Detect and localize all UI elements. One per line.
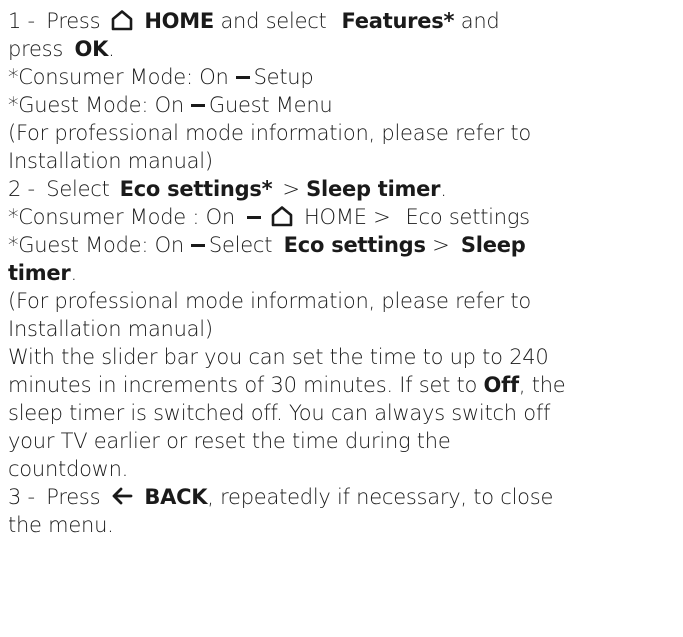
and-text: and bbox=[460, 9, 500, 33]
back-label: BACK bbox=[144, 485, 208, 509]
eco-settings-text: Eco settings bbox=[405, 205, 531, 229]
separator: > bbox=[432, 233, 450, 257]
instructions-document: 1 - Press HOME and select Features* and pr… bbox=[0, 0, 683, 539]
eco-settings-label: Eco settings* bbox=[119, 177, 273, 201]
and-select-text: and select bbox=[220, 9, 327, 33]
body-line-1: With the slider bar you can set the time… bbox=[8, 345, 549, 369]
select-text: Select bbox=[46, 177, 110, 201]
sleep-label: Sleep bbox=[460, 233, 526, 257]
home-icon bbox=[270, 205, 294, 227]
dash-icon bbox=[190, 104, 205, 107]
step-2-number: 2 - bbox=[8, 177, 42, 201]
sleep-timer-label: Sleep timer bbox=[306, 177, 441, 201]
step-1-line-1: 1 - Press HOME and select Features* and bbox=[8, 7, 683, 35]
period: . bbox=[440, 177, 447, 201]
dash-icon bbox=[247, 216, 261, 219]
off-label: Off bbox=[483, 373, 520, 397]
press-text: press bbox=[8, 37, 64, 61]
professional-note-2b: Installation manual) bbox=[8, 317, 213, 341]
guest-mode-text: *Guest Mode: On bbox=[8, 233, 184, 257]
guest-mode-text: *Guest Mode: On bbox=[8, 93, 184, 117]
guest-note-2: *Guest Mode: On Select Eco settings > Sle… bbox=[8, 231, 683, 259]
step-1-line-2: press OK. bbox=[8, 35, 683, 63]
step-1-number: 1 - bbox=[8, 9, 42, 33]
ok-label: OK bbox=[74, 37, 109, 61]
separator: > bbox=[373, 205, 391, 229]
home-label: HOME bbox=[304, 205, 367, 229]
period: . bbox=[108, 37, 115, 61]
body-line-5: countdown. bbox=[8, 457, 129, 481]
dash-icon bbox=[235, 76, 250, 79]
step-3-number: 3 - bbox=[8, 485, 42, 509]
separator: > bbox=[282, 177, 307, 201]
setup-text: Setup bbox=[253, 65, 314, 89]
body-line-3: sleep timer is switched off. You can alw… bbox=[8, 401, 551, 425]
body-line-2: minutes in increments of 30 minutes. If … bbox=[8, 371, 683, 399]
home-label: HOME bbox=[144, 9, 214, 33]
guest-note-2-cont: timer. bbox=[8, 259, 683, 287]
consumer-note-1: *Consumer Mode: On Setup bbox=[8, 63, 683, 91]
step-3-line-2: the menu. bbox=[8, 513, 114, 537]
back-arrow-icon bbox=[110, 485, 134, 507]
home-icon bbox=[110, 9, 134, 31]
consumer-mode-text: *Consumer Mode: On bbox=[8, 65, 229, 89]
dash-icon bbox=[190, 244, 205, 247]
step-3-text: , repeatedly if necessary, to close bbox=[207, 485, 554, 509]
professional-note-1a: (For professional mode information, plea… bbox=[8, 121, 531, 145]
body-text: minutes in increments of 30 minutes. If … bbox=[8, 373, 484, 397]
step-3-line-1: 3 - Press BACK, repeatedly if necessary, … bbox=[8, 483, 683, 511]
eco-settings-label: Eco settings bbox=[283, 233, 426, 257]
period: . bbox=[70, 261, 77, 285]
press-text: Press bbox=[46, 9, 101, 33]
step-2-line: 2 - Select Eco settings* > Sleep timer. bbox=[8, 175, 683, 203]
body-line-4: your TV earlier or reset the time during… bbox=[8, 429, 451, 453]
guest-note-1: *Guest Mode: On Guest Menu bbox=[8, 91, 683, 119]
professional-note-2a: (For professional mode information, plea… bbox=[8, 289, 531, 313]
professional-note-1b: Installation manual) bbox=[8, 149, 213, 173]
press-text: Press bbox=[46, 485, 101, 509]
select-text: Select bbox=[208, 233, 273, 257]
features-label: Features* bbox=[341, 9, 455, 33]
timer-label: timer bbox=[8, 261, 71, 285]
consumer-mode-text: *Consumer Mode : On bbox=[8, 205, 235, 229]
body-text: , the bbox=[518, 373, 566, 397]
guest-menu-text: Guest Menu bbox=[208, 93, 333, 117]
consumer-note-2: *Consumer Mode : On HOME > Eco settings bbox=[8, 203, 683, 231]
